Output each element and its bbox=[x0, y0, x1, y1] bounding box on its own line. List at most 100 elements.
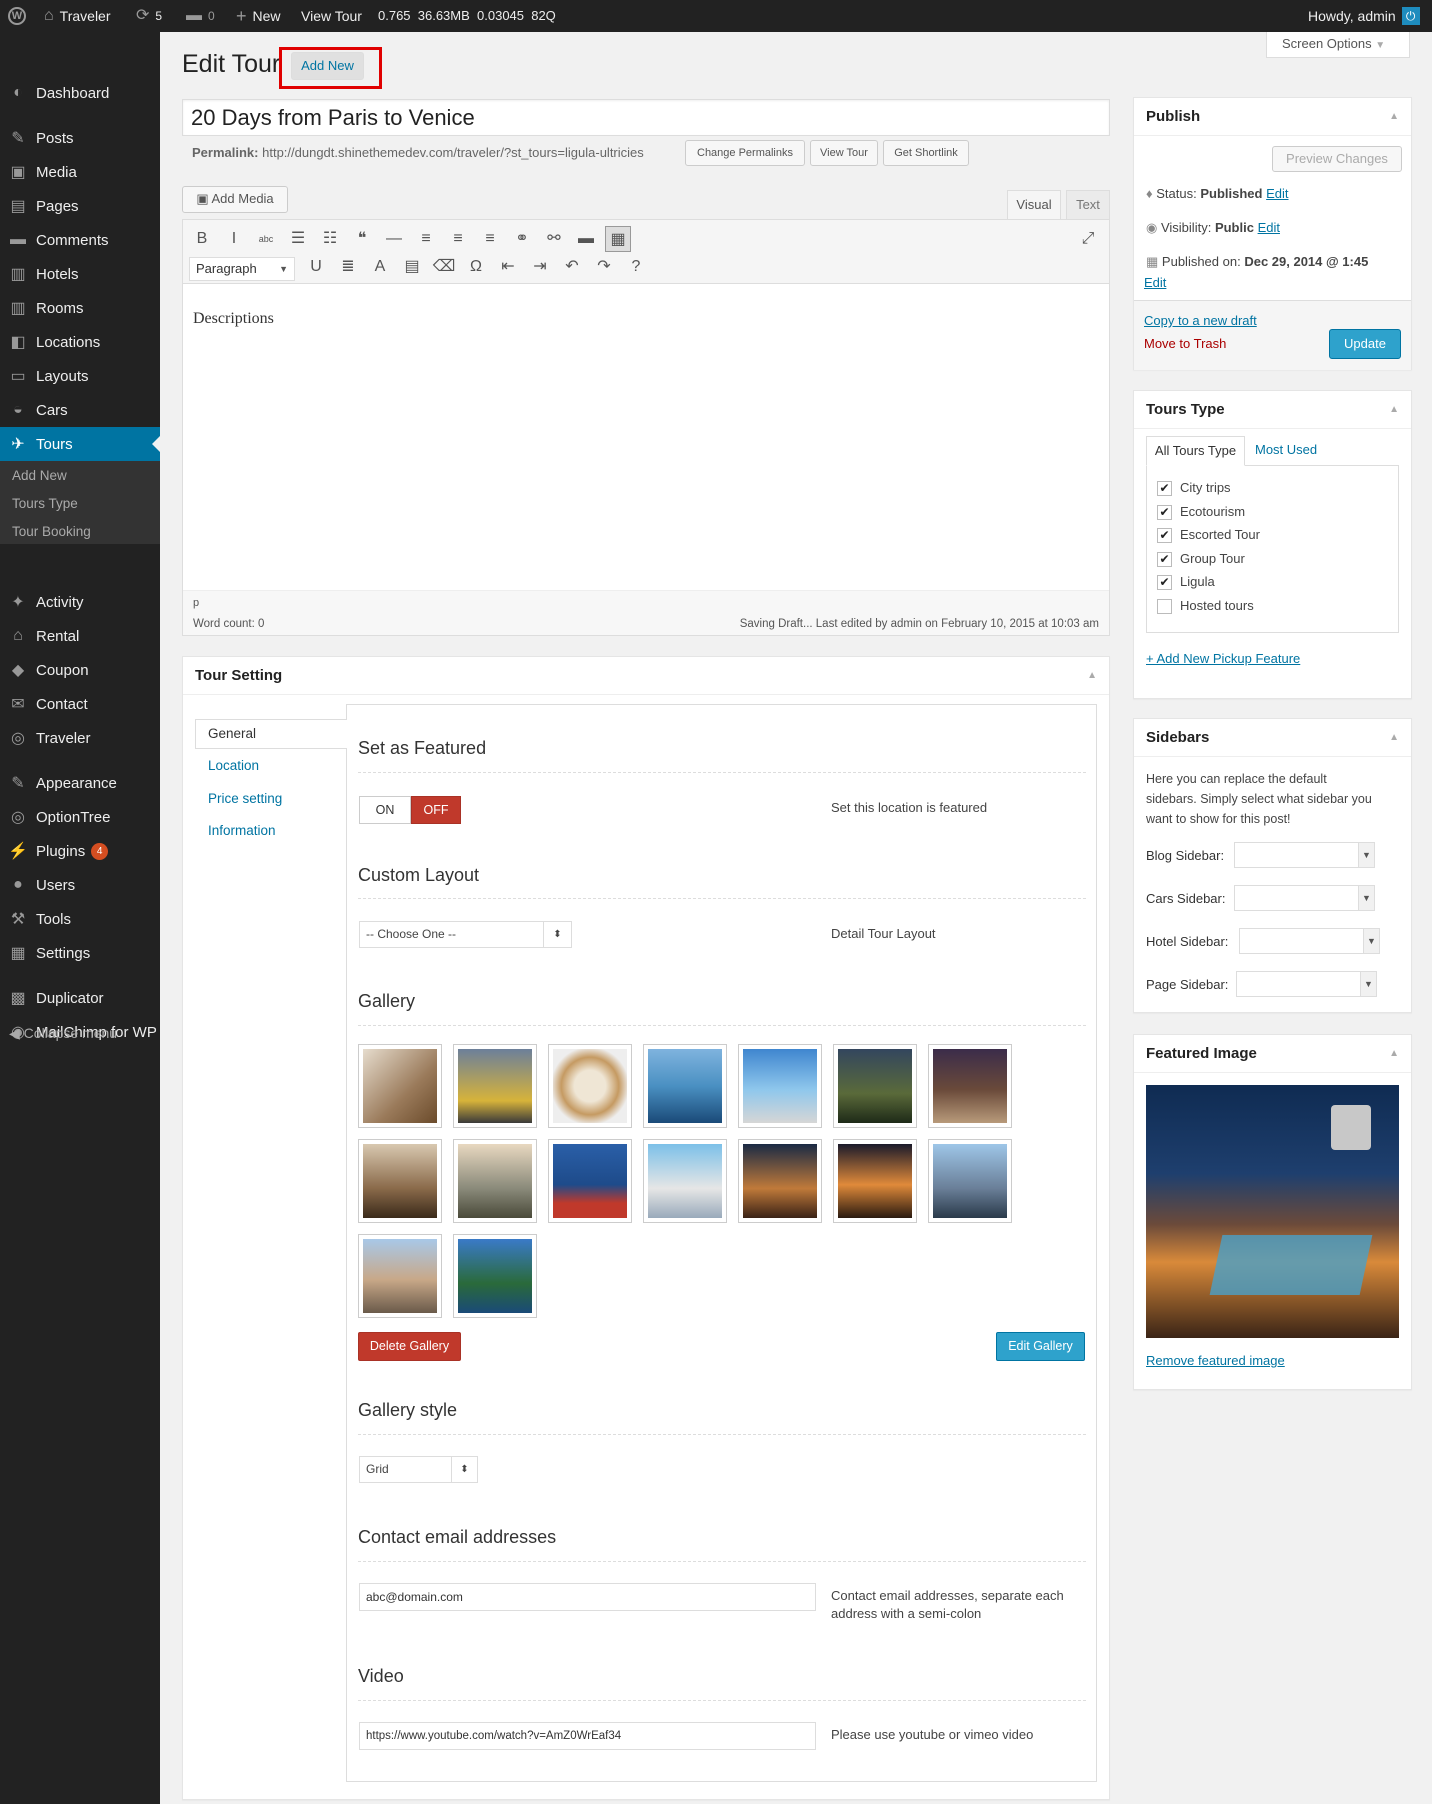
toggle-arrow-icon[interactable]: ▲ bbox=[1389, 719, 1399, 757]
redo-icon[interactable]: ↷ bbox=[591, 254, 617, 280]
menu-item-plugins[interactable]: ⚡ Plugins 4 bbox=[0, 834, 160, 868]
blog-sidebar-select[interactable]: ▼ bbox=[1234, 842, 1375, 868]
page-sidebar-select[interactable]: ▼ bbox=[1236, 971, 1377, 997]
gallery-thumbnail[interactable] bbox=[833, 1044, 917, 1128]
submenu-item-add-new[interactable]: Add New bbox=[12, 468, 67, 483]
hotel-sidebar-select[interactable]: ▼ bbox=[1239, 928, 1380, 954]
tab-most-used[interactable]: Most Used bbox=[1255, 442, 1317, 457]
contact-email-input[interactable]: abc@domain.com bbox=[359, 1583, 816, 1611]
gallery-thumbnail[interactable] bbox=[453, 1044, 537, 1128]
featured-on-button[interactable]: ON bbox=[359, 796, 411, 824]
featured-off-button[interactable]: OFF bbox=[411, 796, 461, 824]
toggle-arrow-icon[interactable]: ▲ bbox=[1389, 391, 1399, 429]
post-title-input[interactable]: 20 Days from Paris to Venice bbox=[182, 99, 1110, 136]
gallery-thumbnail[interactable] bbox=[928, 1044, 1012, 1128]
menu-item-rental[interactable]: ⌂ Rental bbox=[0, 619, 160, 653]
menu-item-contact[interactable]: ✉ Contact bbox=[0, 687, 160, 721]
move-to-trash-link[interactable]: Move to Trash bbox=[1144, 336, 1226, 351]
delete-gallery-button[interactable]: Delete Gallery bbox=[358, 1332, 461, 1361]
align-left-icon[interactable]: ≡ bbox=[413, 226, 439, 252]
bold-icon[interactable]: B bbox=[189, 226, 215, 252]
add-new-pickup-link[interactable]: + Add New Pickup Feature bbox=[1146, 651, 1300, 666]
screen-options-button[interactable]: Screen Options ▼ bbox=[1266, 32, 1410, 58]
bullet-list-icon[interactable]: ☰ bbox=[285, 226, 311, 252]
menu-item-traveler[interactable]: ◎ Traveler bbox=[0, 721, 160, 755]
menu-item-hotels[interactable]: ▥ Hotels bbox=[0, 257, 160, 291]
tours-type-title[interactable]: Tours Type ▲ bbox=[1134, 391, 1411, 429]
gallery-style-select[interactable]: Grid ⬍ bbox=[359, 1456, 478, 1483]
view-tour-link[interactable]: View Tour bbox=[301, 0, 362, 32]
tours-type-item[interactable]: ✔ Group Tour bbox=[1157, 551, 1245, 567]
copy-to-draft-link[interactable]: Copy to a new draft bbox=[1144, 313, 1257, 328]
tab-general[interactable]: General bbox=[195, 719, 347, 749]
menu-item-posts[interactable]: ✎ Posts bbox=[0, 121, 160, 155]
tab-visual[interactable]: Visual bbox=[1007, 190, 1061, 220]
checkbox[interactable]: ✔ bbox=[1157, 551, 1172, 567]
gallery-thumbnail[interactable] bbox=[548, 1139, 632, 1223]
updates-link[interactable]: ⟳ 5 bbox=[136, 0, 162, 32]
menu-item-users[interactable]: ● Users bbox=[0, 868, 160, 902]
menu-item-layouts[interactable]: ▭ Layouts bbox=[0, 359, 160, 393]
site-name-link[interactable]: ⌂ Traveler bbox=[44, 0, 111, 32]
submenu-item-tours-type[interactable]: Tours Type bbox=[12, 496, 78, 511]
gallery-thumbnail[interactable] bbox=[643, 1139, 727, 1223]
justify-icon[interactable]: ≣ bbox=[335, 254, 361, 280]
menu-item-dashboard[interactable]: ◐ Dashboard bbox=[0, 76, 160, 110]
menu-item-comments[interactable]: ▬ Comments bbox=[0, 223, 160, 257]
help-icon[interactable]: ? bbox=[623, 254, 649, 280]
tab-location[interactable]: Location bbox=[208, 758, 259, 773]
checkbox[interactable]: ✔ bbox=[1157, 528, 1172, 544]
featured-image-cruise-ship[interactable] bbox=[1146, 1085, 1399, 1338]
gallery-thumbnail[interactable] bbox=[358, 1234, 442, 1318]
checkbox[interactable]: ✔ bbox=[1157, 481, 1172, 497]
tours-type-item[interactable]: ✔ City trips bbox=[1157, 480, 1231, 497]
gallery-thumbnail[interactable] bbox=[738, 1044, 822, 1128]
strikethrough-icon[interactable]: abc bbox=[253, 226, 279, 252]
publish-title[interactable]: Publish ▲ bbox=[1134, 98, 1411, 136]
menu-item-appearance[interactable]: ✎ Appearance bbox=[0, 766, 160, 800]
read-more-icon[interactable]: ▬ bbox=[573, 226, 599, 252]
outdent-icon[interactable]: ⇤ bbox=[495, 254, 521, 280]
clear-format-icon[interactable]: ⌫ bbox=[431, 254, 457, 280]
video-url-input[interactable]: https://www.youtube.com/watch?v=AmZ0WrEa… bbox=[359, 1722, 816, 1750]
align-center-icon[interactable]: ≡ bbox=[445, 226, 471, 252]
edit-gallery-button[interactable]: Edit Gallery bbox=[996, 1332, 1085, 1361]
gallery-thumbnail[interactable] bbox=[643, 1044, 727, 1128]
format-select[interactable]: Paragraph ▼ bbox=[189, 257, 295, 281]
menu-item-settings[interactable]: ▦ Settings bbox=[0, 936, 160, 970]
menu-item-pages[interactable]: ▤ Pages bbox=[0, 189, 160, 223]
toolbar-toggle-icon[interactable]: ▦ bbox=[605, 226, 631, 252]
menu-item-activity[interactable]: ✦ Activity bbox=[0, 585, 160, 619]
preview-changes-button[interactable]: Preview Changes bbox=[1272, 146, 1402, 172]
sidebars-title[interactable]: Sidebars ▲ bbox=[1134, 719, 1411, 757]
italic-icon[interactable]: I bbox=[221, 226, 247, 252]
menu-item-coupon[interactable]: ◆ Coupon bbox=[0, 653, 160, 687]
change-permalinks-button[interactable]: Change Permalinks bbox=[685, 140, 805, 166]
comments-link[interactable]: ▬ 0 bbox=[186, 0, 215, 32]
new-content-link[interactable]: + New bbox=[236, 0, 281, 32]
gallery-thumbnail[interactable] bbox=[453, 1234, 537, 1318]
gallery-thumbnail[interactable] bbox=[928, 1139, 1012, 1223]
add-new-button[interactable]: Add New bbox=[291, 52, 364, 80]
gallery-thumbnail[interactable] bbox=[358, 1044, 442, 1128]
menu-item-rooms[interactable]: ▥ Rooms bbox=[0, 291, 160, 325]
align-right-icon[interactable]: ≡ bbox=[477, 226, 503, 252]
get-shortlink-button[interactable]: Get Shortlink bbox=[883, 140, 969, 166]
toggle-arrow-icon[interactable]: ▲ bbox=[1087, 657, 1097, 695]
add-media-button[interactable]: ▣ Add Media bbox=[182, 186, 288, 213]
menu-item-optiontree[interactable]: ◎ OptionTree bbox=[0, 800, 160, 834]
edit-date-link[interactable]: Edit bbox=[1144, 275, 1166, 290]
custom-layout-select[interactable]: -- Choose One -- ⬍ bbox=[359, 921, 572, 948]
paste-text-icon[interactable]: ▤ bbox=[399, 254, 425, 280]
special-char-icon[interactable]: Ω bbox=[463, 254, 489, 280]
edit-status-link[interactable]: Edit bbox=[1266, 186, 1288, 201]
cars-sidebar-select[interactable]: ▼ bbox=[1234, 885, 1375, 911]
gallery-thumbnail[interactable] bbox=[548, 1044, 632, 1128]
tab-text[interactable]: Text bbox=[1066, 190, 1110, 220]
editor-content[interactable]: Descriptions bbox=[193, 310, 274, 328]
menu-item-locations[interactable]: ◧ Locations bbox=[0, 325, 160, 359]
tours-type-item[interactable]: Hosted tours bbox=[1157, 598, 1254, 614]
gallery-thumbnail[interactable] bbox=[358, 1139, 442, 1223]
tab-price-setting[interactable]: Price setting bbox=[208, 791, 282, 806]
toggle-arrow-icon[interactable]: ▲ bbox=[1389, 1035, 1399, 1073]
